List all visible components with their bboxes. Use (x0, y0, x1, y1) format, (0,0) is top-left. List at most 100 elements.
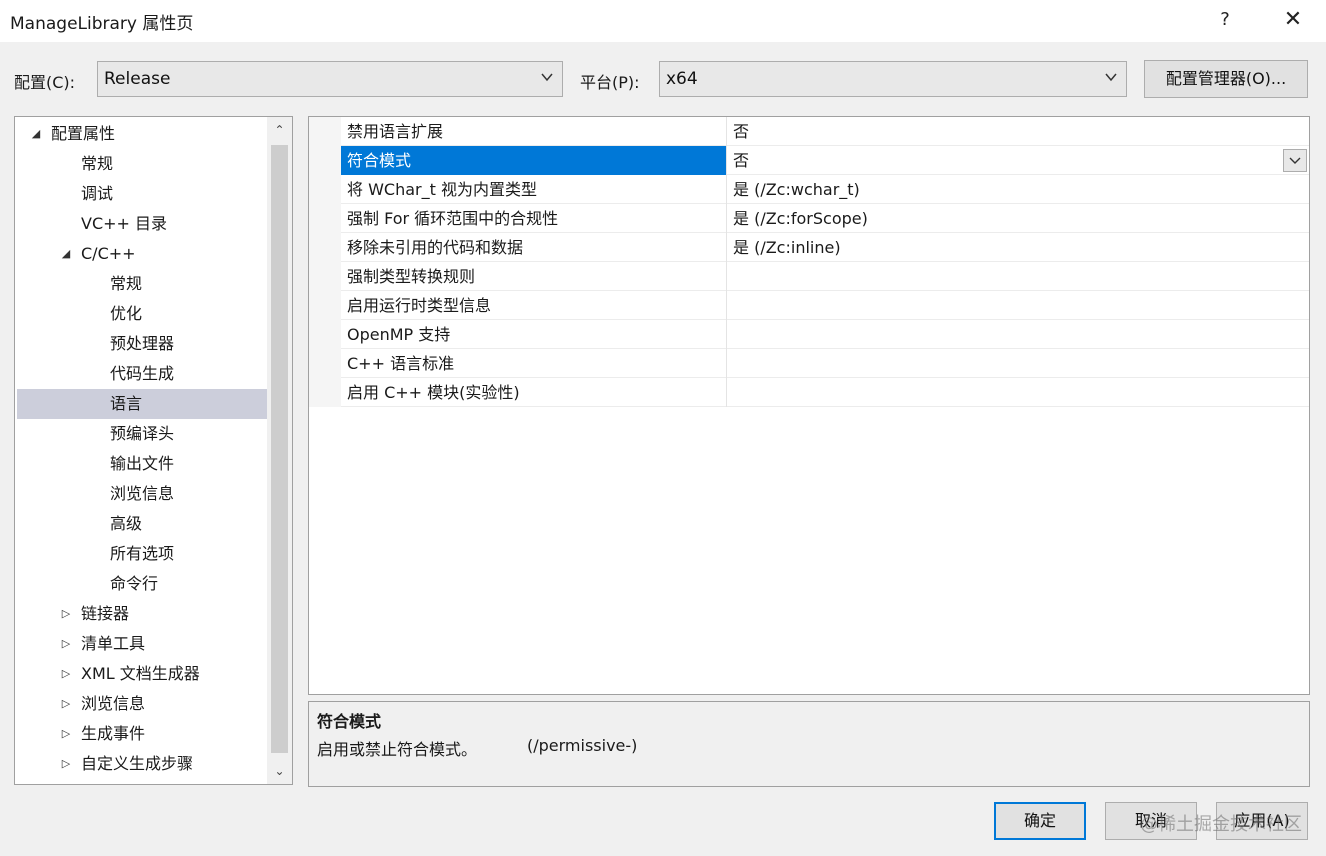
property-value[interactable] (727, 262, 1309, 291)
property-row[interactable]: 符合模式否 (309, 146, 1309, 175)
property-value[interactable]: 是 (/Zc:wchar_t) (727, 175, 1309, 204)
tree-item[interactable]: ▷ 清单工具 (17, 629, 267, 659)
close-button[interactable]: ✕ (1276, 6, 1310, 36)
expand-icon[interactable]: ▷ (59, 659, 73, 689)
property-value[interactable]: 否 (727, 117, 1309, 146)
tree-item-label: 自定义生成步骤 (81, 754, 194, 773)
property-value[interactable] (727, 291, 1309, 320)
tree-item-label: 命令行 (110, 574, 159, 593)
expand-icon[interactable]: ▷ (59, 599, 73, 629)
tree-item[interactable]: 常规 (17, 149, 267, 179)
tree-item-label: VC++ 目录 (81, 214, 168, 233)
tree-item-label: 链接器 (81, 604, 130, 623)
property-name: 强制类型转换规则 (341, 262, 727, 291)
tree-item[interactable]: ▷ XML 文档生成器 (17, 659, 267, 689)
tree-item-label: 预编译头 (110, 424, 175, 443)
tree-item[interactable]: ▷ 生成事件 (17, 719, 267, 749)
scroll-thumb[interactable] (271, 145, 288, 753)
watermark: @稀土掘金技术社区 (1140, 814, 1302, 835)
tree-item[interactable]: 常规 (17, 269, 267, 299)
tree-item-label: 所有选项 (110, 544, 175, 563)
row-gutter (309, 349, 341, 378)
row-gutter (309, 117, 341, 146)
tree-item[interactable]: 浏览信息 (17, 479, 267, 509)
tree-item[interactable]: 代码生成 (17, 359, 267, 389)
ok-button[interactable]: 确定 (994, 802, 1086, 840)
tree-item-label: 浏览信息 (110, 484, 175, 503)
tree-item[interactable]: 预处理器 (17, 329, 267, 359)
property-row[interactable]: 启用运行时类型信息 (309, 291, 1309, 320)
tree-item[interactable]: 语言 (17, 389, 267, 419)
tree-item-label: 输出文件 (110, 454, 175, 473)
chevron-down-icon (1289, 157, 1301, 164)
chevron-down-icon (1105, 73, 1117, 82)
row-gutter (309, 175, 341, 204)
tree-item[interactable]: 所有选项 (17, 539, 267, 569)
tree-item-label: 代码生成 (110, 364, 175, 383)
property-value[interactable] (727, 378, 1309, 407)
expand-icon[interactable]: ▷ (59, 719, 73, 749)
property-row[interactable]: 将 WChar_t 视为内置类型是 (/Zc:wchar_t) (309, 175, 1309, 204)
expand-icon[interactable]: ▷ (59, 689, 73, 719)
tree-item-label: 优化 (110, 304, 143, 323)
property-name: 禁用语言扩展 (341, 117, 727, 146)
expand-icon[interactable]: ▷ (59, 629, 73, 659)
property-value[interactable]: 否 (727, 146, 1309, 175)
value-dropdown-button[interactable] (1283, 149, 1307, 172)
config-value: Release (104, 69, 171, 89)
collapse-icon[interactable]: ◢ (59, 239, 73, 269)
help-button[interactable]: ? (1210, 6, 1240, 36)
description-panel: 符合模式 启用或禁止符合模式。 (/permissive-) (308, 701, 1310, 787)
row-gutter (309, 262, 341, 291)
collapse-icon[interactable]: ◢ (29, 119, 43, 149)
tree-item[interactable]: 高级 (17, 509, 267, 539)
tree-scrollbar[interactable]: ⌃ ⌄ (267, 117, 292, 784)
row-gutter (309, 378, 341, 407)
property-name: C++ 语言标准 (341, 349, 727, 378)
expand-icon[interactable]: ▷ (59, 749, 73, 779)
tree-item-label: 语言 (110, 394, 143, 413)
property-row[interactable]: 启用 C++ 模块(实验性) (309, 378, 1309, 407)
platform-combo[interactable]: x64 (659, 61, 1127, 97)
property-name: 将 WChar_t 视为内置类型 (341, 175, 727, 204)
scroll-up-icon[interactable]: ⌃ (267, 117, 292, 143)
description-title: 符合模式 (317, 712, 382, 731)
property-row[interactable]: C++ 语言标准 (309, 349, 1309, 378)
scroll-down-icon[interactable]: ⌄ (267, 758, 292, 784)
property-row[interactable]: 强制类型转换规则 (309, 262, 1309, 291)
tree-item[interactable]: 预编译头 (17, 419, 267, 449)
property-value[interactable] (727, 320, 1309, 349)
tree-item-label: 清单工具 (81, 634, 146, 653)
tree-item[interactable]: ◢ C/C++ (17, 239, 267, 269)
property-name: 强制 For 循环范围中的合规性 (341, 204, 727, 233)
config-combo[interactable]: Release (97, 61, 563, 97)
property-name: 启用 C++ 模块(实验性) (341, 378, 727, 407)
tree-item[interactable]: VC++ 目录 (17, 209, 267, 239)
description-text: 启用或禁止符合模式。 (317, 740, 478, 759)
tree-item[interactable]: 调试 (17, 179, 267, 209)
config-manager-button[interactable]: 配置管理器(O)... (1144, 60, 1308, 98)
tree-item[interactable]: ▷ 自定义生成步骤 (17, 749, 267, 779)
tree-item-label: 调试 (81, 184, 114, 203)
tree-item-label: 预处理器 (110, 334, 175, 353)
tree-item[interactable]: 优化 (17, 299, 267, 329)
window-title: ManageLibrary 属性页 (10, 14, 194, 34)
property-value[interactable]: 是 (/Zc:forScope) (727, 204, 1309, 233)
row-gutter (309, 204, 341, 233)
platform-label: 平台(P): (580, 73, 640, 92)
tree-item[interactable]: ▷ 链接器 (17, 599, 267, 629)
tree-item[interactable]: 命令行 (17, 569, 267, 599)
tree-item[interactable]: ▷ 浏览信息 (17, 689, 267, 719)
property-row[interactable]: 禁用语言扩展否 (309, 117, 1309, 146)
property-row[interactable]: 强制 For 循环范围中的合规性是 (/Zc:forScope) (309, 204, 1309, 233)
tree-item-label: 浏览信息 (81, 694, 146, 713)
property-value[interactable] (727, 349, 1309, 378)
tree-item-label: 常规 (81, 154, 114, 173)
property-value[interactable]: 是 (/Zc:inline) (727, 233, 1309, 262)
description-switch: (/permissive-) (527, 736, 638, 755)
row-gutter (309, 291, 341, 320)
tree-item[interactable]: 输出文件 (17, 449, 267, 479)
property-row[interactable]: OpenMP 支持 (309, 320, 1309, 349)
tree-item[interactable]: ◢ 配置属性 (17, 119, 267, 149)
property-row[interactable]: 移除未引用的代码和数据是 (/Zc:inline) (309, 233, 1309, 262)
